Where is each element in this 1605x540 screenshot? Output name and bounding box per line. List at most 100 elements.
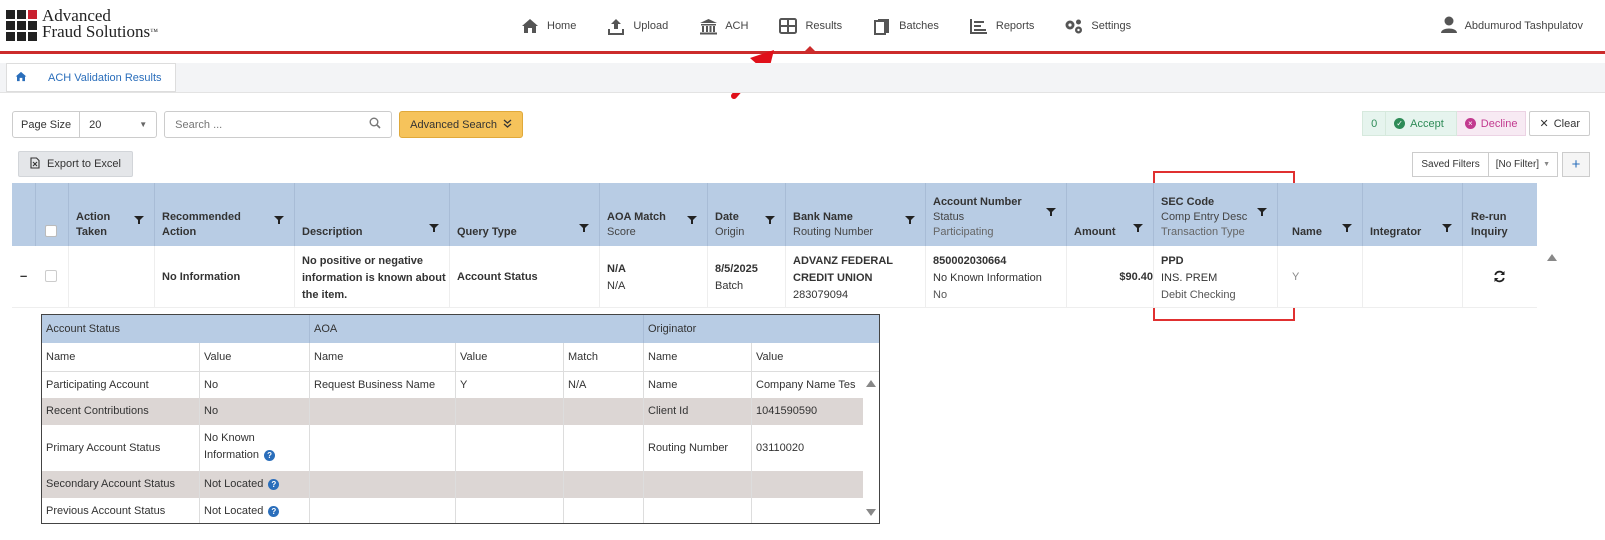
header-label: Amount: [1074, 226, 1116, 238]
nav-settings[interactable]: Settings: [1064, 0, 1131, 52]
nav-home[interactable]: Home: [520, 0, 576, 52]
filter-icon[interactable]: [274, 215, 284, 228]
main-nav: Home Upload ACH Results Batches Reports …: [520, 0, 1161, 53]
breadcrumb-home[interactable]: [6, 63, 36, 92]
header-sublabel: Status: [933, 211, 965, 223]
filter-icon[interactable]: [579, 223, 589, 236]
search-input[interactable]: [175, 118, 370, 131]
results-toolbar: Page Size 20 ▼ Advanced Search: [12, 111, 523, 138]
select-all-checkbox[interactable]: [45, 225, 57, 237]
filter-select-value: [No Filter]: [1495, 159, 1540, 170]
row-expander[interactable]: –: [12, 246, 36, 308]
search-box[interactable]: [164, 111, 393, 138]
header-accent-line: [0, 51, 1605, 54]
filter-icon[interactable]: [1442, 223, 1452, 236]
excel-file-icon: [30, 156, 40, 172]
detail-name: Recent Contributions: [42, 398, 200, 425]
filter-icon[interactable]: [134, 215, 144, 228]
export-to-excel-button[interactable]: Export to Excel: [18, 151, 133, 177]
nav-reports[interactable]: Reports: [969, 0, 1034, 52]
nav-results[interactable]: Results: [778, 0, 842, 53]
detail-aoa-value: [456, 425, 564, 471]
table-row[interactable]: – No Information No positive or negative…: [12, 246, 1537, 308]
grid-scroll-up-icon[interactable]: [1547, 254, 1557, 261]
header-query-type[interactable]: Query Type: [450, 183, 600, 246]
info-icon[interactable]: ?: [268, 479, 280, 490]
detail-aoa-value: Y: [456, 372, 564, 398]
detail-value-line: Information: [204, 449, 260, 461]
accept-button[interactable]: ✓ Accept: [1386, 111, 1457, 136]
header-label: Bank Name: [793, 211, 853, 223]
page-size-select[interactable]: Page Size 20 ▼: [12, 111, 158, 138]
filter-icon[interactable]: [1342, 223, 1352, 236]
nav-batches[interactable]: Batches: [872, 0, 939, 52]
filter-icon[interactable]: [687, 215, 697, 228]
cell-aoa-match: N/A N/A: [600, 246, 708, 308]
filter-icon[interactable]: [1046, 207, 1056, 220]
results-grid-header: Action Taken Recommended Action Descriptio…: [12, 183, 1537, 246]
home-icon: [520, 17, 540, 35]
header-aoa-match[interactable]: AOA Match Score: [600, 183, 708, 246]
detail-originator-value: [752, 498, 864, 523]
filter-icon[interactable]: [429, 223, 439, 236]
detail-originator-value: Company Name Tes: [756, 378, 856, 391]
query-type-value: Account Status: [457, 271, 538, 283]
logo-mark-icon: [6, 10, 37, 41]
saved-filters-group: Saved Filters [No Filter] ▼ +: [1412, 152, 1590, 177]
caret-down-icon: ▼: [139, 120, 148, 129]
header-sublabel: Comp Entry Desc: [1161, 211, 1248, 223]
filter-icon[interactable]: [765, 215, 775, 228]
detail-aoa-match: [564, 471, 644, 498]
header-description[interactable]: Description: [295, 183, 450, 246]
header-sec-code[interactable]: SEC Code Comp Entry Desc Transaction Type: [1154, 183, 1278, 246]
filter-icon[interactable]: [1257, 207, 1267, 220]
header-action-taken[interactable]: Action Taken: [69, 183, 155, 246]
header-amount[interactable]: Amount: [1067, 183, 1154, 246]
clear-button[interactable]: ✕ Clear: [1529, 111, 1590, 136]
filter-icon[interactable]: [905, 215, 915, 228]
row-checkbox[interactable]: [45, 270, 57, 282]
cell-bank-name: ADVANZ FEDERAL CREDIT UNION 283079094: [786, 246, 926, 308]
header-recommended-action[interactable]: Recommended Action: [155, 183, 295, 246]
header-sublabel: Score: [607, 226, 636, 238]
info-icon[interactable]: ?: [264, 450, 276, 461]
decline-button[interactable]: × Decline: [1456, 111, 1527, 136]
filter-icon[interactable]: [1133, 223, 1143, 236]
detail-value: No Known Information?: [200, 425, 310, 471]
header-rerun-inquiry[interactable]: Re-run Inquiry: [1463, 183, 1537, 246]
scroll-up-icon[interactable]: [866, 380, 876, 387]
search-icon[interactable]: [369, 117, 381, 132]
decline-label: Decline: [1480, 117, 1518, 130]
header-bank-name[interactable]: Bank Name Routing Number: [786, 183, 926, 246]
company-logo[interactable]: Advanced Fraud Solutions™: [6, 7, 158, 41]
info-icon[interactable]: ?: [268, 506, 280, 517]
header-date[interactable]: Date Origin: [708, 183, 786, 246]
cell-date: 8/5/2025 Batch: [708, 246, 786, 308]
header-name[interactable]: Name: [1278, 183, 1363, 246]
origin-value: Batch: [715, 280, 744, 292]
detail-aoa-value: [456, 398, 564, 425]
refresh-icon[interactable]: [1493, 270, 1506, 286]
cell-amount: $90.40: [1067, 246, 1154, 308]
user-menu[interactable]: Abdumurod Tashpulatov: [1440, 0, 1583, 52]
transaction-type-value: Debit Checking: [1161, 289, 1236, 301]
scroll-down-icon[interactable]: [866, 509, 876, 516]
header-integrator[interactable]: Integrator: [1363, 183, 1463, 246]
detail-name: Secondary Account Status: [42, 471, 200, 498]
breadcrumb-current[interactable]: ACH Validation Results: [35, 63, 176, 92]
detail-value-line: No Known: [204, 432, 255, 444]
add-filter-button[interactable]: +: [1562, 152, 1590, 177]
detail-scrollbar[interactable]: [863, 372, 879, 523]
nav-upload[interactable]: Upload: [606, 0, 668, 52]
saved-filters-button[interactable]: Saved Filters: [1412, 152, 1489, 177]
collapse-row-button[interactable]: –: [20, 268, 27, 283]
nav-settings-label: Settings: [1091, 20, 1132, 32]
detail-aoa-name: [310, 425, 456, 471]
header-label: Account Number: [933, 196, 1022, 208]
filter-select[interactable]: [No Filter] ▼: [1488, 152, 1558, 177]
advanced-search-button[interactable]: Advanced Search: [399, 111, 523, 138]
selected-count-badge: 0: [1362, 111, 1387, 136]
header-account-number[interactable]: Account Number Status Participating: [926, 183, 1067, 246]
detail-originator-name: [644, 471, 752, 498]
nav-ach[interactable]: ACH: [698, 0, 748, 52]
